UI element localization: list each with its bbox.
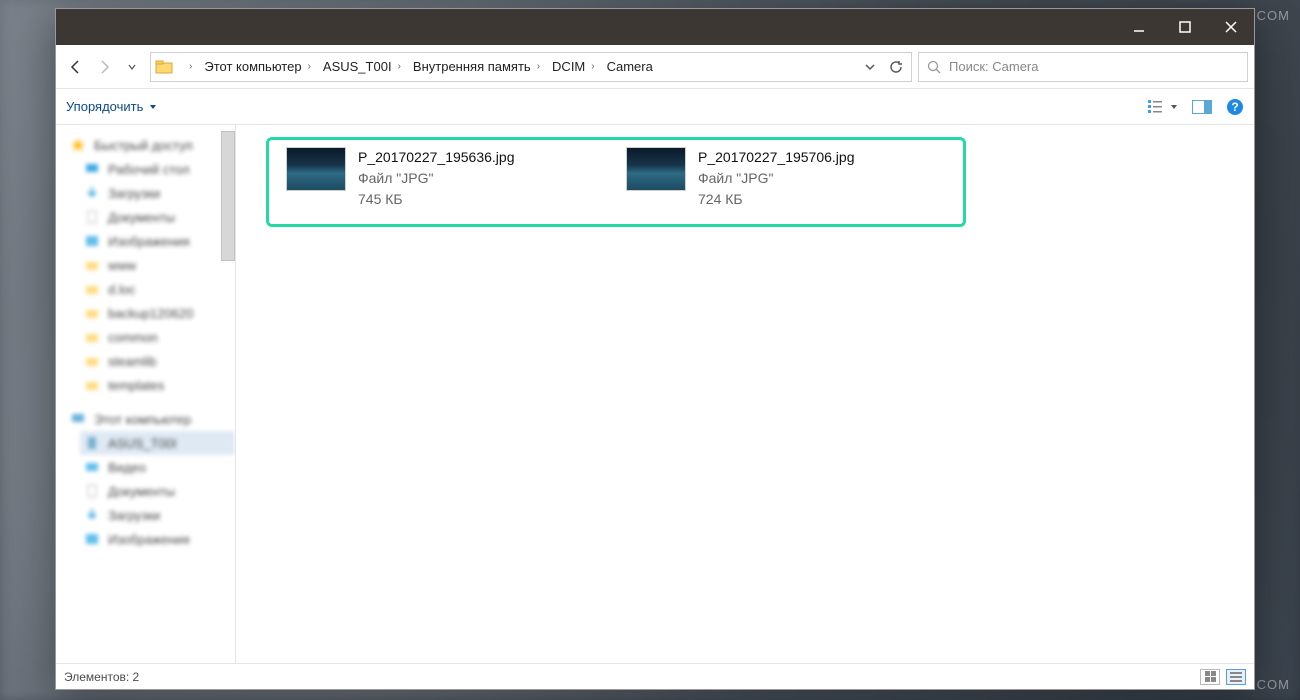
breadcrumb-label: ASUS_T00I xyxy=(323,59,392,74)
breadcrumb-item[interactable]: Этот компьютер › xyxy=(196,53,315,81)
content-area[interactable]: P_20170227_195636.jpg Файл "JPG" 745 КБ … xyxy=(236,125,1254,663)
title-bar xyxy=(56,9,1254,45)
chevron-right-icon: › xyxy=(308,61,311,72)
file-grid: P_20170227_195636.jpg Файл "JPG" 745 КБ … xyxy=(286,147,1234,210)
side-panel: Быстрый доступ Рабочий стол Загрузки Док… xyxy=(56,125,236,663)
status-text: Элементов: 2 xyxy=(64,670,139,684)
breadcrumb-label: DCIM xyxy=(552,59,585,74)
view-grid-button[interactable] xyxy=(1200,669,1220,685)
tree-documents2[interactable]: Документы xyxy=(80,479,235,503)
address-bar[interactable]: › Этот компьютер›ASUS_T00I›Внутренняя па… xyxy=(150,52,912,82)
file-name: P_20170227_195706.jpg xyxy=(698,147,855,168)
file-type: Файл "JPG" xyxy=(358,168,515,189)
status-bar: Элементов: 2 xyxy=(56,663,1254,689)
toolbar: Упорядочить ? xyxy=(56,89,1254,125)
tree-pictures2[interactable]: Изображения xyxy=(80,527,235,551)
explorer-window: › Этот компьютер›ASUS_T00I›Внутренняя па… xyxy=(55,8,1255,690)
breadcrumb-item[interactable]: Внутренняя память › xyxy=(405,53,544,81)
tree-downloads[interactable]: Загрузки xyxy=(80,181,235,205)
refresh-button[interactable] xyxy=(883,54,909,80)
file-type: Файл "JPG" xyxy=(698,168,855,189)
organize-label: Упорядочить xyxy=(66,99,143,114)
tree-folder-3[interactable]: backup120620 xyxy=(80,301,235,325)
breadcrumb-label: Внутренняя память xyxy=(413,59,531,74)
organize-menu[interactable]: Упорядочить xyxy=(66,99,157,114)
tree-folder-4[interactable]: common xyxy=(80,325,235,349)
preview-pane-button[interactable] xyxy=(1192,100,1212,114)
breadcrumb-item[interactable]: DCIM › xyxy=(544,53,599,81)
chevron-right-icon: › xyxy=(537,61,540,72)
chevron-right-icon: › xyxy=(591,61,594,72)
tree-folder-6[interactable]: templates xyxy=(80,373,235,397)
svg-text:?: ? xyxy=(1231,100,1238,114)
chevron-right-icon: › xyxy=(398,61,401,72)
tree-documents[interactable]: Документы xyxy=(80,205,235,229)
view-mode-buttons xyxy=(1200,669,1246,685)
file-item[interactable]: P_20170227_195706.jpg Файл "JPG" 724 КБ xyxy=(626,147,936,210)
maximize-button[interactable] xyxy=(1162,9,1208,45)
tree-this-pc[interactable]: Этот компьютер xyxy=(66,407,235,431)
view-options-button[interactable] xyxy=(1148,99,1178,115)
tree-device[interactable]: ASUS_T00I xyxy=(80,431,235,455)
tree-video[interactable]: Видео xyxy=(80,455,235,479)
file-meta: P_20170227_195706.jpg Файл "JPG" 724 КБ xyxy=(698,147,855,210)
tree-folder-5[interactable]: steamlib xyxy=(80,349,235,373)
breadcrumbs: › Этот компьютер›ASUS_T00I›Внутренняя па… xyxy=(175,53,857,81)
tree-desktop[interactable]: Рабочий стол xyxy=(80,157,235,181)
nav-tree: Быстрый доступ Рабочий стол Загрузки Док… xyxy=(56,125,235,551)
scrollbar-thumb[interactable] xyxy=(221,131,235,261)
nav-row: › Этот компьютер›ASUS_T00I›Внутренняя па… xyxy=(56,45,1254,89)
tree-quick-access[interactable]: Быстрый доступ xyxy=(66,133,235,157)
close-button[interactable] xyxy=(1208,9,1254,45)
tree-pictures[interactable]: Изображения xyxy=(80,229,235,253)
file-size: 724 КБ xyxy=(698,189,855,210)
breadcrumb-label: Этот компьютер xyxy=(204,59,301,74)
nav-recent-dropdown[interactable] xyxy=(118,53,146,81)
view-details-button[interactable] xyxy=(1226,669,1246,685)
search-icon xyxy=(927,60,941,74)
breadcrumb-chevron-root[interactable]: › xyxy=(175,53,196,81)
file-item[interactable]: P_20170227_195636.jpg Файл "JPG" 745 КБ xyxy=(286,147,596,210)
main-area: Быстрый доступ Рабочий стол Загрузки Док… xyxy=(56,125,1254,663)
file-thumbnail xyxy=(286,147,346,191)
file-thumbnail xyxy=(626,147,686,191)
file-meta: P_20170227_195636.jpg Файл "JPG" 745 КБ xyxy=(358,147,515,210)
breadcrumb-label: Camera xyxy=(607,59,653,74)
search-input[interactable]: Поиск: Camera xyxy=(918,52,1248,82)
tree-folder-2[interactable]: d.loc xyxy=(80,277,235,301)
minimize-button[interactable] xyxy=(1116,9,1162,45)
address-drop[interactable] xyxy=(857,54,883,80)
help-button[interactable]: ? xyxy=(1226,98,1244,116)
file-size: 745 КБ xyxy=(358,189,515,210)
file-name: P_20170227_195636.jpg xyxy=(358,147,515,168)
breadcrumb-item[interactable]: Camera xyxy=(599,53,657,81)
nav-back[interactable] xyxy=(62,53,90,81)
toolbar-right: ? xyxy=(1148,98,1244,116)
tree-downloads2[interactable]: Загрузки xyxy=(80,503,235,527)
folder-icon xyxy=(153,56,175,78)
breadcrumb-item[interactable]: ASUS_T00I › xyxy=(315,53,405,81)
search-placeholder: Поиск: Camera xyxy=(949,59,1038,74)
tree-folder-1[interactable]: www xyxy=(80,253,235,277)
nav-forward[interactable] xyxy=(90,53,118,81)
